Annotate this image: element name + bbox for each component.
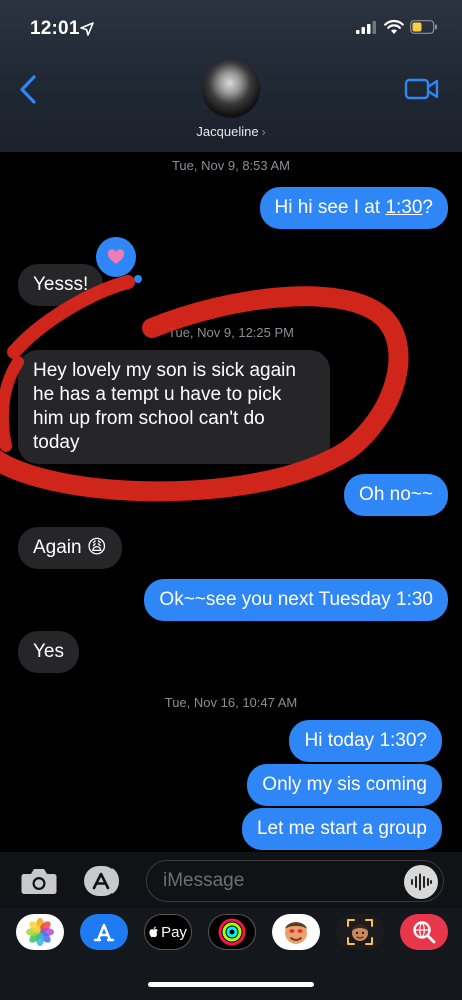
back-button[interactable] — [14, 72, 44, 108]
message-bubble-received[interactable]: Again 😩 — [18, 527, 122, 569]
apple-pay-label: Pay — [161, 923, 187, 941]
message-bubble-sent[interactable]: Hi today 1:30? — [289, 720, 442, 762]
memoji-app-button[interactable] — [336, 914, 384, 950]
memoji-stickers-app-button[interactable] — [272, 914, 320, 950]
message-bubble-received[interactable]: Yesss! — [18, 264, 104, 306]
message-bubble-sent[interactable]: Let me start a group — [241, 808, 442, 850]
chevron-right-icon: › — [261, 125, 266, 139]
photos-app-button[interactable] — [16, 914, 64, 950]
time-link[interactable]: 1:30 — [385, 197, 422, 218]
cellular-signal-icon — [356, 21, 376, 34]
app-store-icon — [84, 866, 119, 896]
app-store-toggle-button[interactable] — [82, 864, 126, 898]
activity-app-button[interactable] — [208, 914, 256, 950]
web-search-app-button[interactable] — [400, 914, 448, 950]
chevron-left-icon — [20, 75, 36, 104]
facetime-video-button[interactable] — [404, 76, 440, 102]
contact-name-button[interactable]: Jacqueline › — [0, 124, 462, 139]
apple-pay-app-button[interactable]: Pay — [144, 914, 192, 950]
home-indicator[interactable] — [148, 982, 314, 987]
message-input[interactable] — [146, 860, 444, 902]
status-time: 12:01 — [30, 18, 80, 39]
timestamp: Tue, Nov 9, 8:53 AM — [171, 158, 291, 173]
camera-button[interactable] — [20, 866, 58, 896]
tapback-tail — [134, 275, 142, 283]
audio-message-button[interactable] — [404, 865, 438, 899]
memoji-icon — [347, 919, 373, 945]
activity-icon — [218, 918, 246, 946]
photos-icon — [26, 918, 54, 946]
timestamp: Tue, Nov 16, 10:47 AM — [164, 695, 298, 710]
web-search-icon — [413, 921, 436, 944]
app-store-icon — [93, 923, 115, 942]
memoji-stickers-icon — [285, 922, 307, 944]
heart-icon — [107, 249, 125, 264]
app-store-app-button[interactable] — [80, 914, 128, 950]
message-bubble-received[interactable]: Hey lovely my son is sick again he has a… — [18, 350, 330, 464]
status-bar: 12:01 — [0, 16, 462, 42]
wifi-icon — [384, 19, 404, 34]
location-arrow-icon — [80, 22, 94, 36]
timestamp: Tue, Nov 9, 12:25 PM — [168, 325, 294, 340]
message-bubble-sent[interactable]: Only my sis coming — [247, 764, 442, 806]
tapback-badge[interactable] — [96, 237, 136, 277]
battery-icon — [410, 20, 437, 34]
waveform-icon — [411, 873, 432, 891]
message-bubble-sent[interactable]: Ok~~see you next Tuesday 1:30 — [144, 579, 448, 621]
camera-icon — [21, 869, 57, 894]
apple-pay-icon — [149, 926, 158, 938]
contact-name: Jacqueline — [196, 124, 259, 139]
message-bubble-sent[interactable]: Hi hi see I at 1:30? — [259, 187, 448, 229]
message-bubble-received[interactable]: Yes — [18, 631, 79, 673]
message-bubble-sent[interactable]: Oh no~~ — [344, 474, 448, 516]
contact-avatar[interactable] — [202, 60, 260, 118]
video-camera-icon — [404, 78, 439, 100]
